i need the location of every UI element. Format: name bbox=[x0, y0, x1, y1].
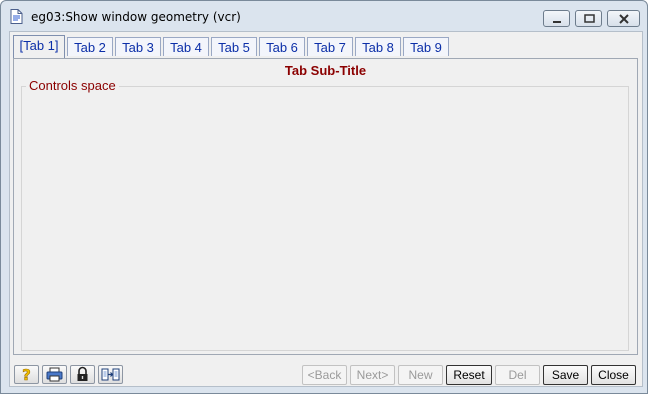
save-button[interactable]: Save bbox=[543, 365, 588, 385]
tab-panel: Tab Sub-Title Controls space bbox=[13, 58, 638, 355]
app-window: eg03:Show window geometry (vcr) [Tab 1] … bbox=[0, 0, 648, 394]
svg-text:?: ? bbox=[22, 366, 31, 383]
close-icon bbox=[619, 14, 629, 24]
lock-button[interactable] bbox=[70, 365, 95, 384]
close-button[interactable]: Close bbox=[591, 365, 636, 385]
lock-icon bbox=[77, 366, 88, 381]
maximize-button[interactable] bbox=[575, 10, 602, 27]
help-icon: ? bbox=[22, 366, 31, 383]
export-button[interactable] bbox=[98, 365, 123, 384]
tab-4[interactable]: Tab 4 bbox=[163, 37, 209, 56]
tab-9[interactable]: Tab 9 bbox=[403, 37, 449, 56]
document-icon bbox=[10, 9, 23, 24]
controls-groupbox: Controls space bbox=[21, 78, 629, 351]
window-title: eg03:Show window geometry (vcr) bbox=[31, 10, 241, 24]
del-button[interactable]: Del bbox=[495, 365, 540, 385]
client-area: [Tab 1] Tab 2 Tab 3 Tab 4 Tab 5 Tab 6 Ta… bbox=[9, 31, 643, 387]
tab-1[interactable]: [Tab 1] bbox=[13, 35, 65, 58]
tab-6[interactable]: Tab 6 bbox=[259, 37, 305, 56]
export-icon bbox=[101, 368, 120, 381]
print-button[interactable] bbox=[42, 365, 67, 384]
maximize-icon bbox=[584, 14, 595, 23]
minimize-icon bbox=[553, 21, 561, 23]
title-bar[interactable]: eg03:Show window geometry (vcr) bbox=[1, 1, 647, 31]
help-button[interactable]: ? bbox=[14, 365, 39, 384]
reset-button[interactable]: Reset bbox=[446, 365, 492, 385]
tab-7[interactable]: Tab 7 bbox=[307, 37, 353, 56]
tab-subtitle: Tab Sub-Title bbox=[284, 63, 367, 78]
new-button[interactable]: New bbox=[398, 365, 443, 385]
print-icon bbox=[46, 367, 63, 382]
groupbox-label: Controls space bbox=[26, 78, 119, 93]
minimize-button[interactable] bbox=[543, 10, 570, 27]
close-window-button[interactable] bbox=[607, 10, 640, 27]
tab-5[interactable]: Tab 5 bbox=[211, 37, 257, 56]
back-button[interactable]: <Back bbox=[302, 365, 347, 385]
next-button[interactable]: Next> bbox=[350, 365, 395, 385]
tab-3[interactable]: Tab 3 bbox=[115, 37, 161, 56]
tab-8[interactable]: Tab 8 bbox=[355, 37, 401, 56]
tab-2[interactable]: Tab 2 bbox=[67, 37, 113, 56]
